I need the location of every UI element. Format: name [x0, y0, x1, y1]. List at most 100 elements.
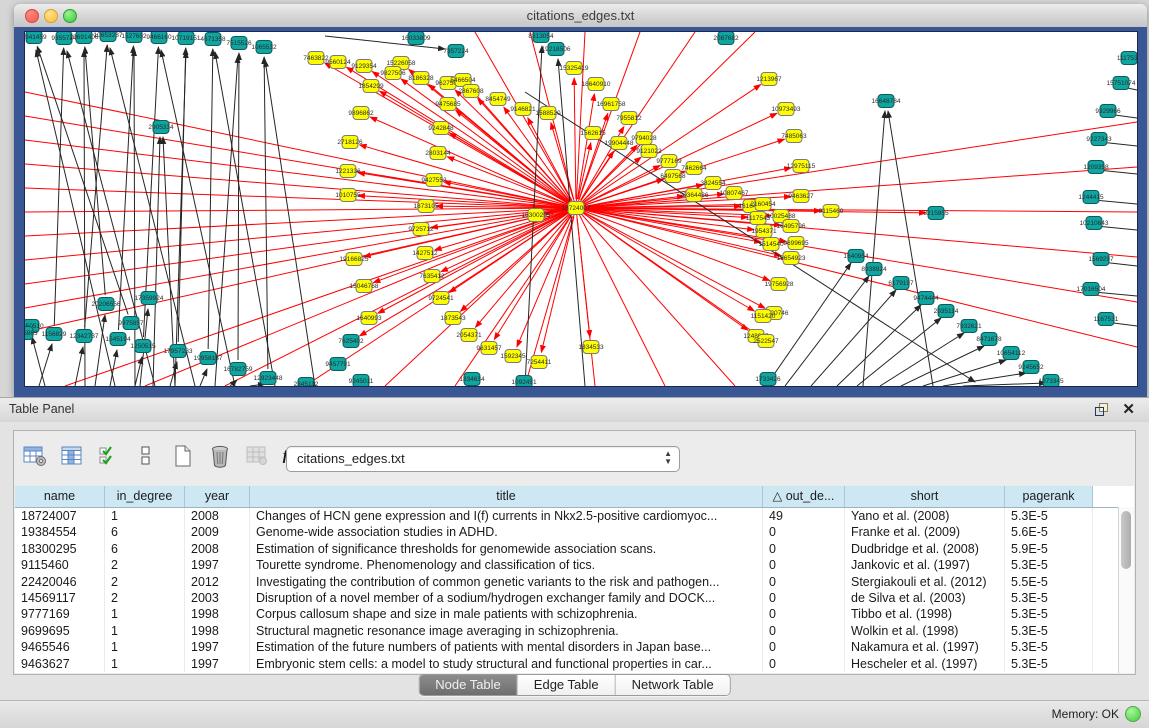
table-row[interactable]: 977716911998Corpus callosum shape and si…	[15, 606, 1134, 622]
row-height-button[interactable]	[133, 443, 159, 469]
graph-node[interactable]: 10210643	[1080, 217, 1109, 230]
graph-node[interactable]: 19218506	[542, 43, 571, 56]
tab-network-table[interactable]: Network Table	[616, 675, 730, 695]
graph-node[interactable]: 17359924	[135, 292, 164, 305]
graph-node[interactable]: 19958187	[194, 352, 223, 365]
graph-node[interactable]: 8454749	[485, 93, 511, 106]
table-row[interactable]: 1938455462009Genome-wide association stu…	[15, 524, 1134, 540]
graph-node[interactable]: 1592345	[500, 350, 526, 363]
graph-node[interactable]: 12342737	[70, 330, 99, 343]
graph-node[interactable]: 9725712	[408, 223, 434, 236]
table-row[interactable]: 969969511998Structural magnetic resonanc…	[15, 623, 1134, 639]
tab-edge-table[interactable]: Edge Table	[518, 675, 616, 695]
graph-node[interactable]: 9466160	[146, 32, 172, 44]
column-header[interactable]: short	[845, 486, 1005, 507]
graph-node[interactable]: 1545194	[105, 333, 131, 346]
graph-node[interactable]: 10654112	[997, 347, 1026, 360]
graph-node[interactable]: 1954371	[751, 225, 777, 238]
graph-node[interactable]: 9121022	[636, 145, 662, 158]
graph-node[interactable]: 8215955	[923, 207, 949, 220]
column-header[interactable]: in_degree	[105, 486, 185, 507]
graph-node[interactable]: 7357224	[443, 45, 469, 58]
graph-node[interactable]: 2345112	[294, 378, 319, 387]
network-canvas[interactable]: 1941459935572420691406106532871527602946…	[24, 31, 1138, 387]
graph-node[interactable]: 4671358	[200, 33, 226, 46]
close-panel-icon[interactable]: ✕	[1122, 400, 1135, 418]
graph-node[interactable]: 1873105	[413, 200, 439, 213]
graph-node[interactable]: 8471678	[976, 333, 1002, 346]
graph-node[interactable]: 9146821	[510, 103, 536, 116]
graph-node[interactable]: 2087682	[713, 32, 739, 45]
graph-node[interactable]: 1156829	[42, 328, 67, 341]
graph-node[interactable]: 1244415	[1078, 191, 1104, 204]
graph-node[interactable]: 9227343	[1086, 133, 1112, 146]
graph-node[interactable]: 1213967	[756, 73, 782, 86]
graph-node[interactable]: 18640910	[582, 78, 611, 91]
graph-node[interactable]: 1733426	[755, 373, 781, 386]
graph-node[interactable]: 9129354	[351, 60, 377, 73]
show-column-button[interactable]	[59, 443, 85, 469]
graph-node[interactable]: 15751074	[1107, 77, 1136, 90]
table-selector-dropdown[interactable]: citations_edges.txt ▲▼	[286, 446, 680, 472]
graph-node[interactable]: 19904448	[605, 137, 634, 150]
select-rows-button[interactable]	[96, 443, 122, 469]
table-scrollbar[interactable]	[1118, 507, 1134, 673]
table-settings-button[interactable]	[22, 443, 48, 469]
graph-node[interactable]: 16961758	[597, 98, 626, 111]
graph-node[interactable]: 3824554	[700, 177, 726, 190]
graph-node[interactable]: 9560124	[325, 56, 351, 69]
graph-node[interactable]: 9777169	[656, 155, 682, 168]
column-header[interactable]: pagerank	[1005, 486, 1093, 507]
import-table-button[interactable]	[244, 443, 270, 469]
graph-node[interactable]: 15046768	[350, 280, 379, 293]
graph-node[interactable]: 1640954	[843, 250, 869, 263]
graph-node[interactable]: 1065532	[251, 41, 277, 54]
graph-node[interactable]: 1209358	[1083, 161, 1109, 174]
graph-node[interactable]: 8938924	[861, 263, 887, 276]
column-header[interactable]: year	[185, 486, 250, 507]
graph-node[interactable]: 1941459	[25, 32, 47, 44]
column-header[interactable]: △ out_de...	[763, 486, 845, 507]
graph-node[interactable]: 19756928	[765, 278, 794, 291]
graph-node[interactable]: 9975857	[118, 317, 144, 330]
window-titlebar[interactable]: citations_edges.txt	[14, 4, 1147, 28]
graph-node[interactable]: 15325419	[560, 62, 589, 75]
graph-node[interactable]: 1854299	[358, 80, 384, 93]
graph-node[interactable]: 9463627	[788, 190, 814, 203]
graph-node[interactable]: 2935114	[934, 305, 959, 318]
table-row[interactable]: 1456911722003Disruption of a novel membe…	[15, 590, 1134, 606]
graph-node[interactable]: 9794028	[631, 132, 657, 145]
float-panel-icon[interactable]	[1094, 402, 1109, 417]
table-row[interactable]: 946362711997Embryonic stem cells: a mode…	[15, 656, 1134, 672]
column-header[interactable]: name	[15, 486, 105, 507]
graph-node[interactable]: 9245011	[349, 375, 374, 387]
graph-node[interactable]: 1562615	[580, 127, 606, 140]
graph-node[interactable]: 7485063	[781, 130, 807, 143]
table-row[interactable]: 1872400712008Changes of HCN gene express…	[15, 508, 1134, 524]
table-row[interactable]: 1830029562008Estimation of significance …	[15, 541, 1134, 557]
graph-node[interactable]: 7515526	[226, 37, 252, 50]
graph-node[interactable]: 2718126	[337, 136, 363, 149]
graph-node[interactable]: 6179197	[888, 277, 914, 290]
graph-node[interactable]: 7955812	[616, 112, 642, 125]
graph-node[interactable]: 1073345	[1038, 375, 1064, 387]
graph-node[interactable]: 2054371	[456, 329, 482, 342]
tab-node-table[interactable]: Node Table	[419, 675, 518, 695]
graph-node[interactable]: 9699695	[783, 237, 809, 250]
graph-node[interactable]: 9427552	[421, 174, 447, 187]
graph-node[interactable]: 1527602	[121, 32, 147, 43]
table-row[interactable]: 946554611997Estimation of the future num…	[15, 639, 1134, 655]
graph-node[interactable]: 20364486	[680, 189, 709, 202]
graph-node[interactable]: 9115460	[819, 205, 844, 218]
graph-node[interactable]: 12923448	[254, 372, 283, 385]
graph-node[interactable]: 1250515	[130, 340, 156, 353]
graph-node[interactable]: 20206556	[92, 298, 121, 311]
graph-node[interactable]: 7625402	[338, 335, 364, 348]
table-row[interactable]: 911546021997Tourette syndrome. Phenomeno…	[15, 557, 1134, 573]
new-table-button[interactable]	[170, 443, 196, 469]
graph-node[interactable]: 9474444	[913, 292, 939, 305]
graph-node[interactable]: 16033809	[402, 32, 431, 45]
column-header[interactable]: title	[250, 486, 763, 507]
graph-node[interactable]: 17016504	[1077, 283, 1106, 296]
graph-node[interactable]: 19654923	[777, 252, 806, 265]
